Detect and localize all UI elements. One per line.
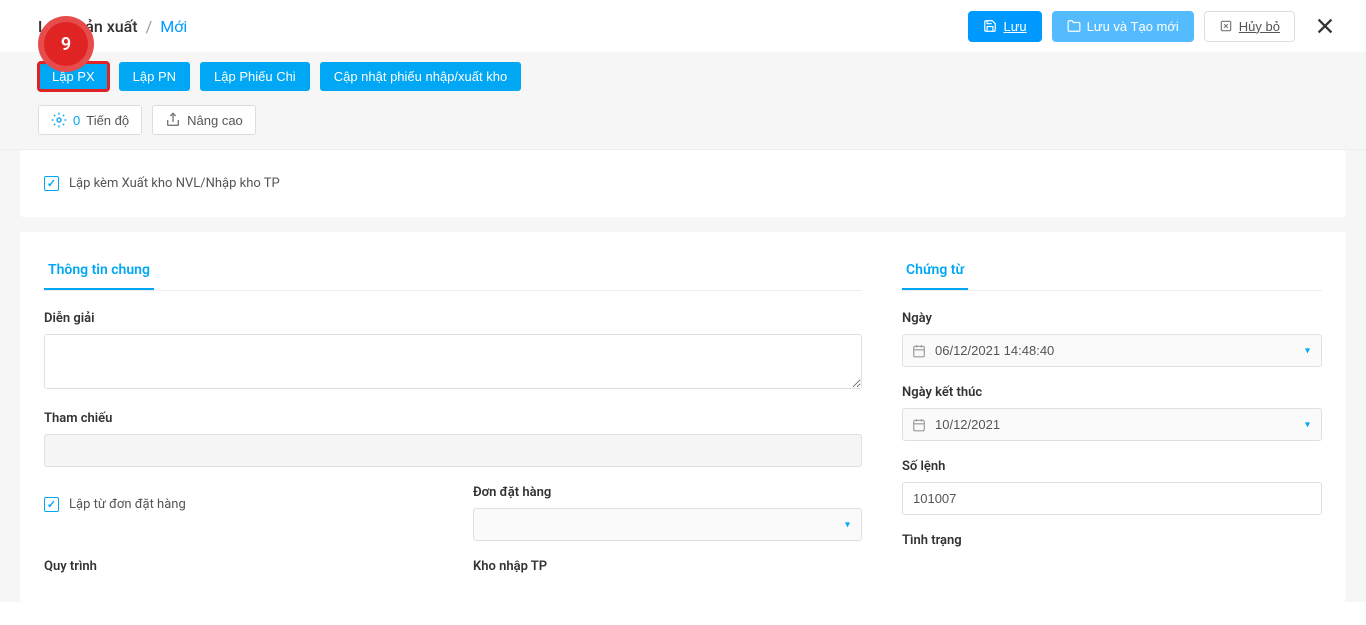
reference-label: Tham chiếu <box>44 411 862 426</box>
end-date-label: Ngày kết thúc <box>902 385 1322 400</box>
lap-pn-button[interactable]: Lập PN <box>119 62 190 91</box>
save-icon <box>983 19 997 33</box>
end-date-input[interactable] <box>902 408 1322 441</box>
calendar-icon <box>912 344 926 358</box>
toolbar: Lập PX Lập PN Lập Phiếu Chi Cập nhật phi… <box>0 52 1366 150</box>
cap-nhat-button[interactable]: Cập nhật phiếu nhập/xuất kho <box>320 62 521 91</box>
order-label: Đơn đặt hàng <box>473 485 862 500</box>
advanced-button[interactable]: Nâng cao <box>152 105 256 135</box>
from-order-label: Lập từ đơn đặt hàng <box>69 497 186 512</box>
close-icon <box>1314 15 1336 37</box>
save-new-label: Lưu và Tạo mới <box>1087 19 1179 34</box>
save-label: Lưu <box>1003 19 1026 34</box>
lap-px-button[interactable]: Lập PX <box>38 62 109 91</box>
progress-label: Tiến độ <box>86 113 129 128</box>
content-area: Lập kèm Xuất kho NVL/Nhập kho TP Thông t… <box>0 150 1366 602</box>
order-no-label: Số lệnh <box>902 459 1322 474</box>
checkbox-icon <box>44 176 59 191</box>
description-textarea[interactable] <box>44 334 862 389</box>
attach-export-label: Lập kèm Xuất kho NVL/Nhập kho TP <box>69 176 280 191</box>
cancel-label: Hủy bỏ <box>1239 19 1280 34</box>
document-column: Chứng từ Ngày ▾ Ngày kết thúc <box>902 252 1322 582</box>
close-button[interactable] <box>1309 10 1341 42</box>
description-label: Diễn giải <box>44 311 862 326</box>
status-label: Tình trạng <box>902 533 1322 548</box>
progress-button[interactable]: 0 Tiến độ <box>38 105 142 135</box>
from-order-checkbox[interactable]: Lập từ đơn đặt hàng <box>44 491 433 518</box>
folder-icon <box>1067 19 1081 33</box>
tab-document[interactable]: Chứng từ <box>902 252 968 290</box>
reference-input[interactable] <box>44 434 862 467</box>
general-column: Thông tin chung Diễn giải Tham chiếu <box>44 252 862 582</box>
advanced-label: Nâng cao <box>187 113 243 128</box>
warehouse-label: Kho nhập TP <box>473 559 862 574</box>
annotation-badge: 9 <box>44 22 88 66</box>
date-input[interactable] <box>902 334 1322 367</box>
calendar-icon <box>912 418 926 432</box>
save-button[interactable]: Lưu <box>968 11 1041 42</box>
main-form-panel: Thông tin chung Diễn giải Tham chiếu <box>20 232 1346 602</box>
progress-count: 0 <box>73 113 80 128</box>
order-select[interactable] <box>473 508 862 541</box>
cancel-icon <box>1219 19 1233 33</box>
gears-icon <box>51 112 67 128</box>
lap-phieu-chi-button[interactable]: Lập Phiếu Chi <box>200 62 310 91</box>
toolbar-secondary-row: 0 Tiến độ Nâng cao <box>38 105 1328 135</box>
breadcrumb-separator: / <box>146 17 153 36</box>
save-and-new-button[interactable]: Lưu và Tạo mới <box>1052 11 1194 42</box>
toolbar-primary-row: Lập PX Lập PN Lập Phiếu Chi Cập nhật phi… <box>38 62 1328 91</box>
cancel-button[interactable]: Hủy bỏ <box>1204 11 1295 42</box>
header-actions: Lưu Lưu và Tạo mới Hủy bỏ <box>968 10 1341 42</box>
page-header: Lệnh sản xuất / Mới Lưu Lưu và Tạo mới H… <box>0 0 1366 52</box>
process-label: Quy trình <box>44 559 433 574</box>
checkbox-icon <box>44 497 59 512</box>
share-icon <box>165 112 181 128</box>
tab-general[interactable]: Thông tin chung <box>44 252 154 290</box>
breadcrumb-state: Mới <box>160 17 187 36</box>
attach-export-checkbox[interactable]: Lập kèm Xuất kho NVL/Nhập kho TP <box>44 170 1322 197</box>
date-label: Ngày <box>902 311 1322 326</box>
option-panel: Lập kèm Xuất kho NVL/Nhập kho TP <box>20 150 1346 217</box>
order-no-input[interactable] <box>902 482 1322 515</box>
